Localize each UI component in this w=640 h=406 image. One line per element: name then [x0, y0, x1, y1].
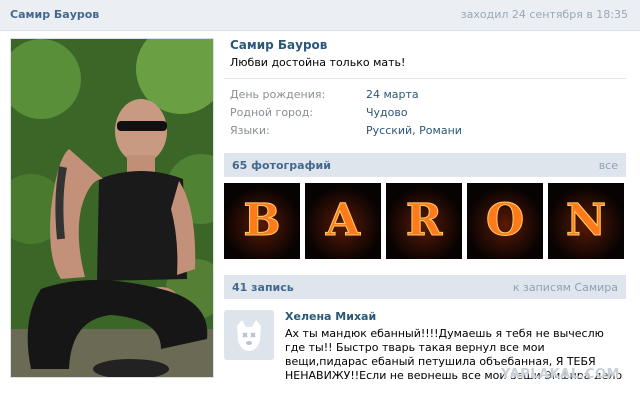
- photo-letter: A: [325, 195, 361, 246]
- photo-thumb-1[interactable]: B: [224, 183, 300, 259]
- photo-thumb-2[interactable]: A: [305, 183, 381, 259]
- header-name[interactable]: Самир Бауров: [10, 8, 99, 21]
- profile-photo-image: [11, 39, 213, 377]
- photos-section-header: 65 фотографий все: [224, 153, 626, 177]
- wall-author-avatar[interactable]: [224, 310, 274, 360]
- wall-all-link[interactable]: к записям Самира: [513, 281, 618, 294]
- photo-letter: R: [406, 195, 443, 246]
- info-label: День рождения:: [230, 88, 326, 101]
- watermark-logo: YAPLAKAL.COM: [501, 367, 620, 382]
- photo-letter: N: [566, 195, 606, 246]
- last-seen-text: заходил 24 сентября в 18:35: [460, 8, 628, 21]
- photo-thumb-5[interactable]: N: [548, 183, 624, 259]
- deactivated-dog-icon: [237, 320, 261, 351]
- photo-letter: B: [243, 195, 280, 246]
- info-value-birthday[interactable]: 24 марта: [366, 88, 419, 101]
- photo-thumb-4[interactable]: O: [467, 183, 543, 259]
- photos-count-link[interactable]: 65 фотографий: [232, 159, 331, 172]
- info-value-languages[interactable]: Русский, Романи: [366, 124, 462, 137]
- info-label: Родной город:: [230, 106, 314, 119]
- divider: [224, 78, 626, 79]
- photo-letter: O: [486, 195, 524, 246]
- info-label: Языки:: [230, 124, 270, 137]
- top-bar: Самир Бауров заходил 24 сентября в 18:35: [0, 0, 640, 31]
- status-text[interactable]: Любви достойна только мать!: [230, 56, 405, 69]
- info-value-hometown[interactable]: Чудово: [366, 106, 408, 119]
- photo-thumb-3[interactable]: R: [386, 183, 462, 259]
- wall-post-author[interactable]: Хелена Михай: [285, 310, 376, 323]
- photos-all-link[interactable]: все: [599, 159, 618, 172]
- profile-photo[interactable]: [10, 38, 214, 378]
- wall-section-header: 41 запись к записям Самира: [224, 275, 626, 299]
- wall-count-link[interactable]: 41 запись: [232, 281, 294, 294]
- profile-name: Самир Бауров: [230, 38, 328, 52]
